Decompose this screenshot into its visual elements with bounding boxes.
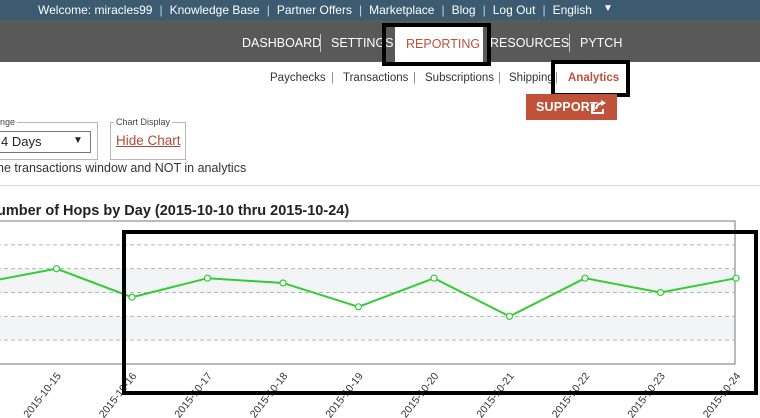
data-point [430,274,438,282]
hops-line-chart: 2015-10-142015-10-152015-10-162015-10-17… [0,220,744,418]
data-point [203,274,212,282]
data-point [128,293,136,301]
x-tick-label: 2015-10-17 [172,370,215,418]
x-tick-label: 2015-10-24 [701,370,744,418]
data-point [279,279,287,287]
data-point [581,274,589,282]
x-tick-label: 2015-10-23 [625,370,668,418]
x-tick-label: 2015-10-19 [323,370,366,418]
x-tick-label: 2015-10-20 [399,370,442,418]
data-point [505,312,514,320]
x-tick-label: 2015-10-15 [21,370,64,418]
data-point [354,303,363,311]
data-point [52,265,61,273]
x-tick-label: 2015-10-22 [550,370,593,418]
plot-band [0,316,735,341]
data-point [656,288,665,297]
x-tick-label: 2015-10-21 [474,370,517,418]
x-tick-label: 2015-10-18 [248,370,291,418]
x-tick-label: 2015-10-16 [97,370,140,418]
data-point [732,274,740,282]
